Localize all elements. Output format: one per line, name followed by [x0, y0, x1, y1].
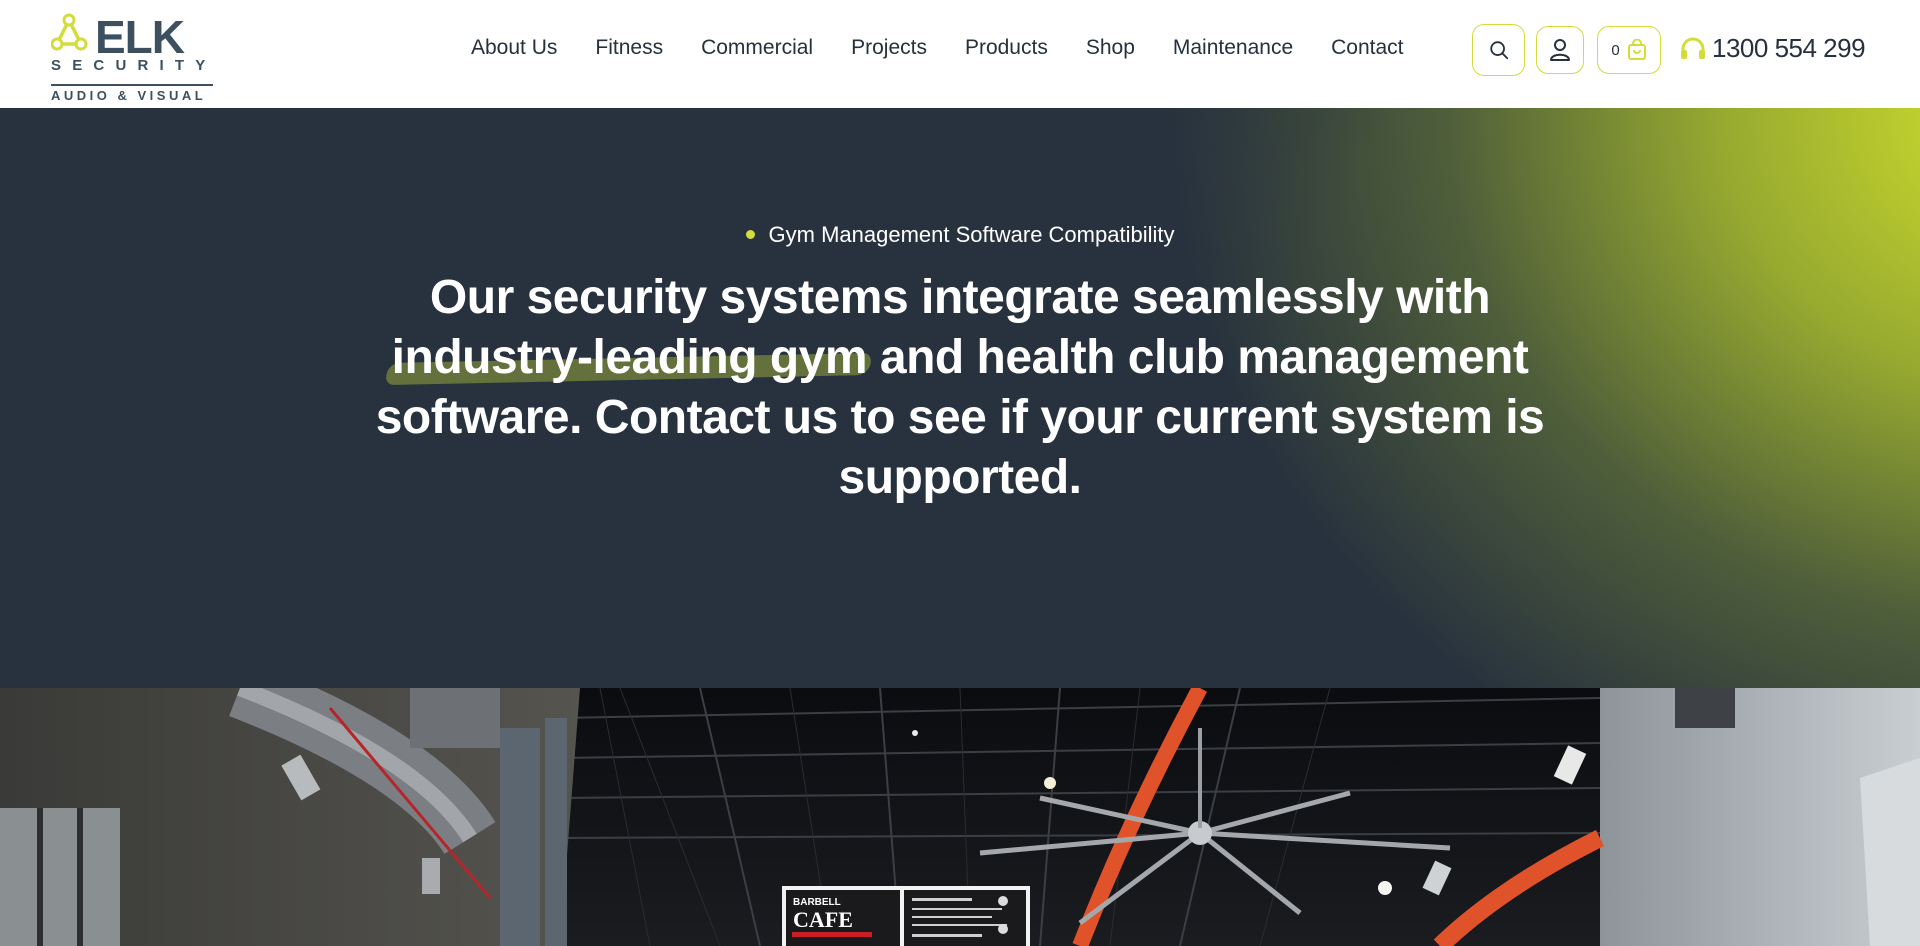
nav-commercial[interactable]: Commercial: [701, 36, 813, 60]
main-nav: About Us Fitness Commercial Projects Pro…: [471, 36, 1404, 60]
user-icon: [1550, 39, 1570, 61]
hero-title-line2-rest: and health club management: [867, 331, 1529, 384]
nav-shop[interactable]: Shop: [1086, 36, 1135, 60]
cart-button[interactable]: 0: [1597, 26, 1661, 74]
cart-count: 0: [1611, 41, 1620, 59]
phone-number: 1300 554 299: [1712, 33, 1866, 63]
nav-about-us[interactable]: About Us: [471, 36, 557, 60]
nav-projects[interactable]: Projects: [851, 36, 927, 60]
hero-title-highlight-text: industry-leading gym: [391, 331, 868, 384]
hero-title-highlight: industry-leading gym: [391, 328, 868, 388]
hero-title-rest: software. Contact us to see if your curr…: [375, 391, 1545, 504]
gym-interior-photo: BARBELL CAFE: [0, 688, 1920, 946]
hero-eyebrow: Gym Management Software Compatibility: [0, 222, 1920, 248]
search-button[interactable]: [1472, 24, 1525, 76]
hero-title: Our security systems integrate seamlessl…: [360, 268, 1560, 508]
shopping-bag-icon: [1627, 39, 1646, 60]
nav-contact[interactable]: Contact: [1331, 36, 1403, 60]
hero-section: Gym Management Software Compatibility Ou…: [0, 108, 1920, 688]
logo-triangle-icon: [51, 13, 88, 51]
nav-fitness[interactable]: Fitness: [595, 36, 663, 60]
search-icon: [1489, 41, 1508, 60]
eyebrow-text: Gym Management Software Compatibility: [768, 222, 1175, 247]
cafe-sign-line2: CAFE: [793, 907, 853, 932]
elk-logo[interactable]: ELK SECURITY AUDIO & VISUAL: [51, 11, 217, 103]
bullet-dot-icon: [745, 229, 755, 239]
site-header: ELK SECURITY AUDIO & VISUAL About Us Fit…: [0, 0, 1920, 108]
nav-products[interactable]: Products: [965, 36, 1048, 60]
headset-icon: [1681, 37, 1705, 59]
logo-audio-visual-text: AUDIO & VISUAL: [51, 84, 213, 103]
hero-title-line1: Our security systems integrate seamlessl…: [429, 271, 1491, 324]
logo-wordmark: ELK: [95, 11, 185, 63]
nav-maintenance[interactable]: Maintenance: [1173, 36, 1293, 60]
logo-security-text: SECURITY: [51, 57, 217, 74]
account-button[interactable]: [1536, 26, 1584, 74]
phone-link[interactable]: 1300 554 299: [1680, 33, 1866, 64]
gym-interior-illustration: BARBELL CAFE: [0, 688, 1920, 946]
